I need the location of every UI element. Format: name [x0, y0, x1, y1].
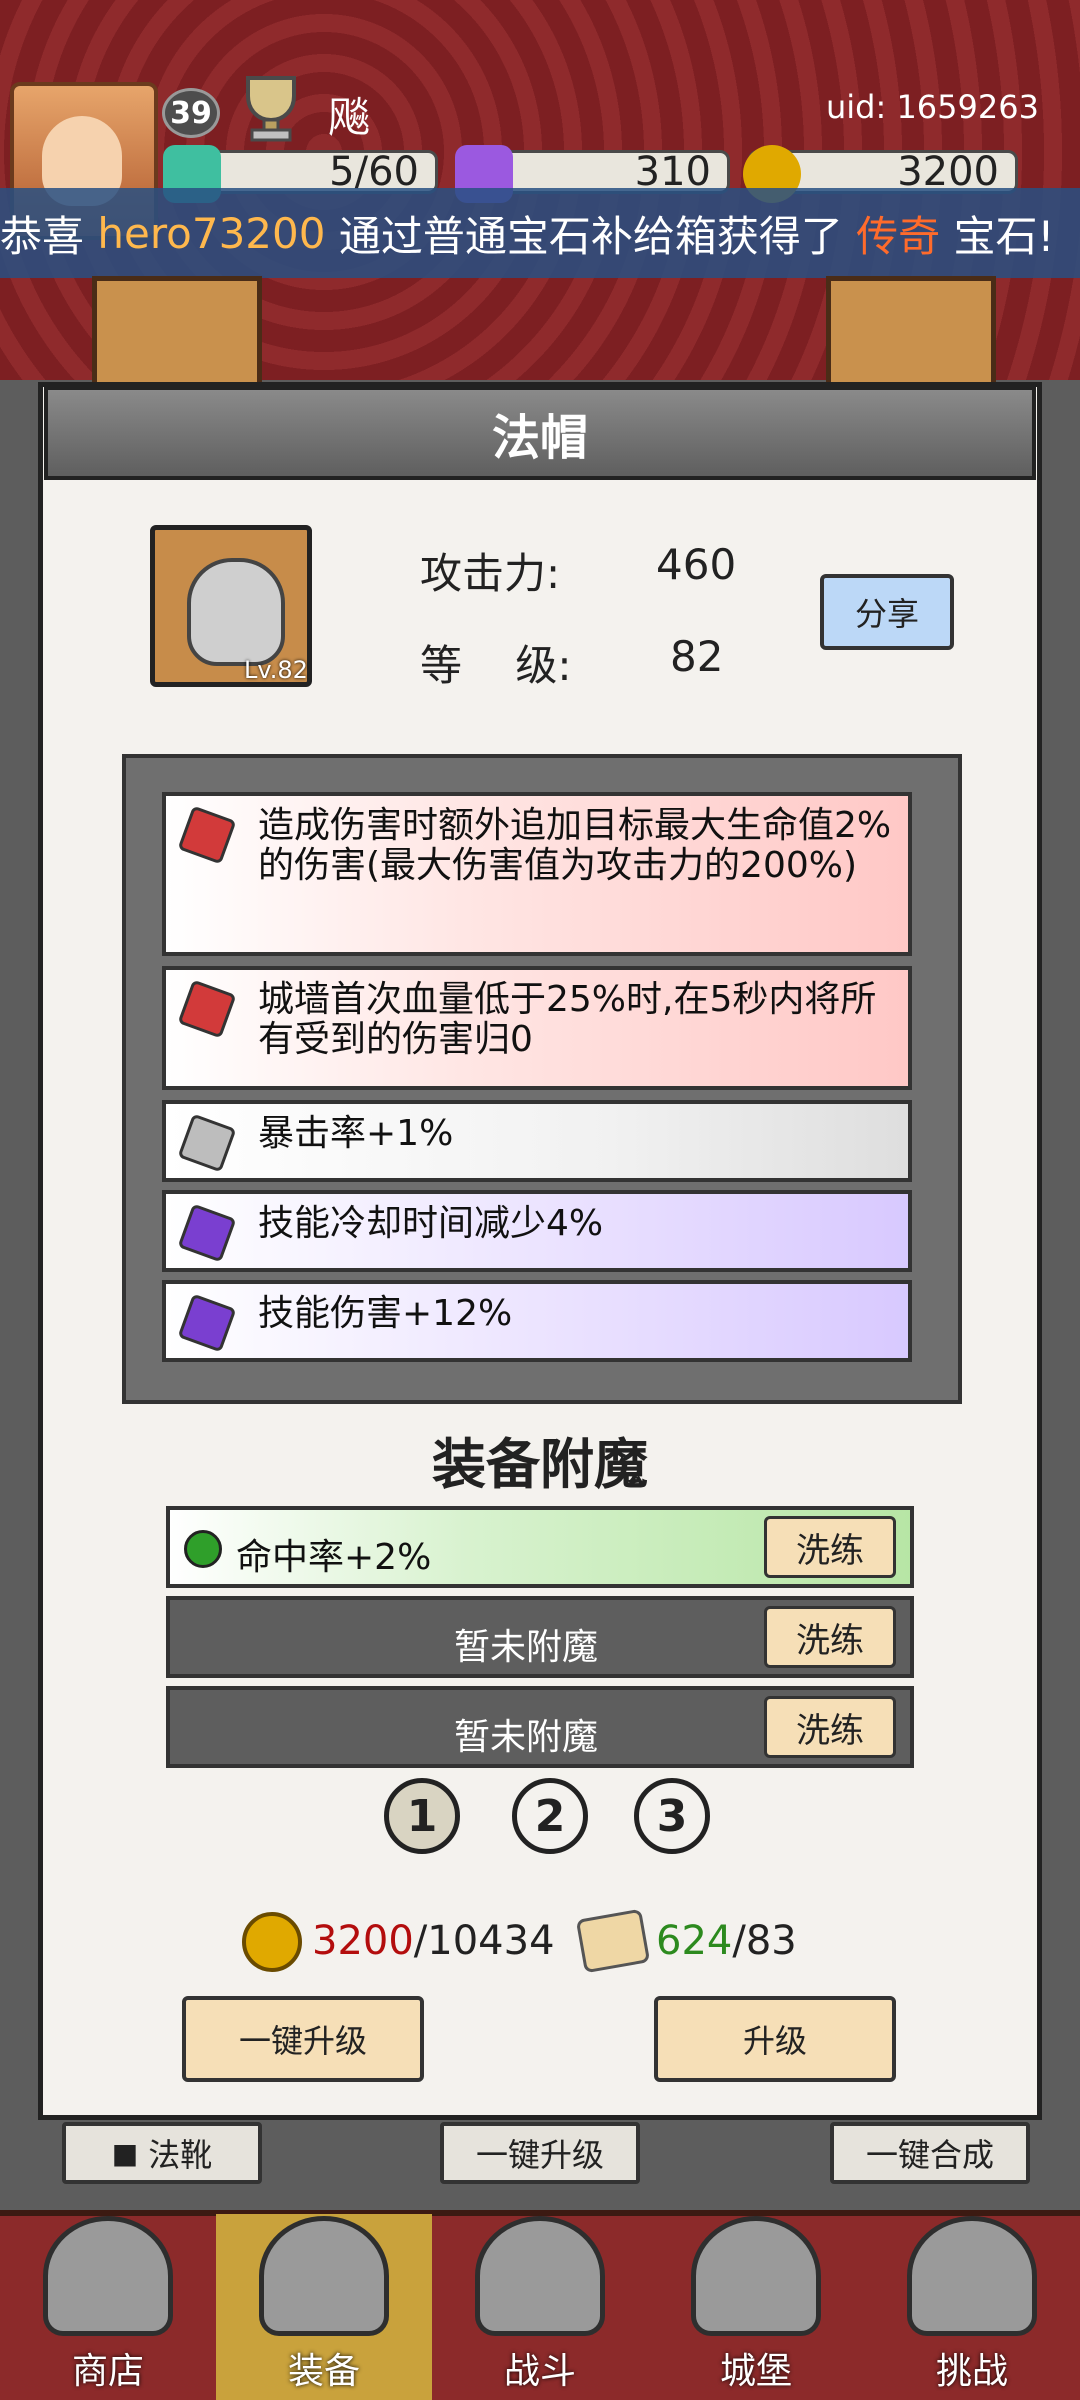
- upgrade-button[interactable]: 升级: [654, 1996, 896, 2082]
- enchant-page-2[interactable]: 2: [512, 1778, 588, 1854]
- broadcast-player: hero73200: [97, 208, 326, 258]
- sub-one-click-upgrade-button[interactable]: 一键升级: [440, 2122, 640, 2184]
- affix-text: 技能伤害+12%: [258, 1293, 513, 1334]
- nav-equipment[interactable]: 装备: [216, 2214, 432, 2400]
- affix-item: 技能伤害+12%: [162, 1280, 912, 1362]
- enchant-text: 暂未附魔: [454, 1717, 599, 1758]
- enchant-row: 暂未附魔 洗练: [166, 1596, 914, 1678]
- enchant-row: 暂未附魔 洗练: [166, 1686, 914, 1768]
- reforge-button[interactable]: 洗练: [764, 1606, 896, 1668]
- grade-label: 等 级:: [420, 641, 572, 690]
- shop-icon: [43, 2216, 173, 2336]
- crossed-swords-icon: [475, 2216, 605, 2336]
- boots-label: 法靴: [148, 2136, 213, 2174]
- enchant-text: 暂未附魔: [454, 1627, 599, 1668]
- player-uid: uid: 1659263: [826, 88, 1039, 126]
- wizard-hat-icon: [187, 558, 285, 666]
- dialog-title: 法帽: [44, 386, 1036, 480]
- nav-shop[interactable]: 商店: [0, 2214, 216, 2400]
- nav-label: 商店: [71, 2351, 144, 2392]
- boots-slot-button[interactable]: ■ 法靴: [62, 2122, 262, 2184]
- enchant-page-1[interactable]: 1: [384, 1778, 460, 1854]
- enchant-row: 命中率+2% 洗练: [166, 1506, 914, 1588]
- equipment-bag-icon: [259, 2216, 389, 2336]
- grade-value: 82: [670, 632, 724, 681]
- player-level-badge: 39: [162, 88, 220, 138]
- affix-item: 造成伤害时额外追加目标最大生命值2%的伤害(最大伤害值为攻击力的200%): [162, 792, 912, 956]
- reforge-button[interactable]: 洗练: [764, 1516, 896, 1578]
- affix-text: 城墙首次血量低于25%时,在5秒内将所有受到的伤害归0: [258, 979, 877, 1060]
- enchant-title: 装备附魔: [432, 1433, 648, 1496]
- castle-icon: [691, 2216, 821, 2336]
- red-gem-icon: [177, 979, 237, 1039]
- nav-label: 城堡: [719, 2351, 792, 2392]
- reforge-button[interactable]: 洗练: [764, 1696, 896, 1758]
- attack-label: 攻击力:: [420, 549, 561, 598]
- nav-label: 装备: [287, 2351, 360, 2392]
- broadcast-prefix: 恭喜: [0, 211, 98, 261]
- scroll-have: 624: [656, 1918, 733, 1964]
- affix-item: 城墙首次血量低于25%时,在5秒内将所有受到的伤害归0: [162, 966, 912, 1090]
- gold-need: 10434: [427, 1918, 555, 1964]
- broadcast-rarity: 传奇: [856, 211, 941, 261]
- item-level: Lv.82: [244, 656, 308, 684]
- player-name: 飚: [328, 93, 371, 142]
- enchant-page-3[interactable]: 3: [634, 1778, 710, 1854]
- affix-text: 暴击率+1%: [258, 1113, 454, 1154]
- share-button[interactable]: 分享: [820, 574, 954, 650]
- broadcast-middle: 通过普通宝石补给箱获得了: [325, 211, 857, 261]
- gold-have: 3200: [312, 1918, 414, 1964]
- boot-icon: ■: [111, 2136, 139, 2170]
- green-gem-icon: [184, 1530, 222, 1568]
- purple-gem-icon: [177, 1203, 237, 1263]
- white-gem-icon: [177, 1113, 237, 1173]
- gold-coin-icon: [242, 1912, 302, 1972]
- nav-label: 挑战: [935, 2351, 1008, 2392]
- gold-cost: 3200/10434: [312, 1918, 555, 1964]
- attack-value: 460: [656, 540, 737, 589]
- affix-text: 技能冷却时间减少4%: [258, 1203, 604, 1244]
- one-click-merge-button[interactable]: 一键合成: [830, 2122, 1030, 2184]
- enchant-text: 命中率+2%: [236, 1537, 432, 1578]
- scroll-icon: [575, 1908, 651, 1974]
- broadcast-suffix: 宝石!: [940, 211, 1055, 261]
- one-click-upgrade-button[interactable]: 一键升级: [182, 1996, 424, 2082]
- purple-gem-icon: [177, 1293, 237, 1353]
- challenge-shield-icon: [907, 2216, 1037, 2336]
- affix-item: 暴击率+1%: [162, 1100, 912, 1182]
- broadcast-banner: 恭喜 hero73200 通过普通宝石补给箱获得了 传奇 宝石!: [0, 188, 1080, 278]
- red-gem-icon: [177, 805, 237, 865]
- affix-item: 技能冷却时间减少4%: [162, 1190, 912, 1272]
- nav-castle[interactable]: 城堡: [648, 2214, 864, 2400]
- scroll-cost: 624/83: [656, 1918, 797, 1964]
- affix-text: 造成伤害时额外追加目标最大生命值2%的伤害(最大伤害值为攻击力的200%): [258, 805, 892, 886]
- nav-label: 战斗: [503, 2351, 576, 2392]
- nav-battle[interactable]: 战斗: [432, 2214, 648, 2400]
- scroll-need: 83: [745, 1918, 797, 1964]
- nav-challenge[interactable]: 挑战: [864, 2214, 1080, 2400]
- trophy-icon[interactable]: [236, 72, 306, 144]
